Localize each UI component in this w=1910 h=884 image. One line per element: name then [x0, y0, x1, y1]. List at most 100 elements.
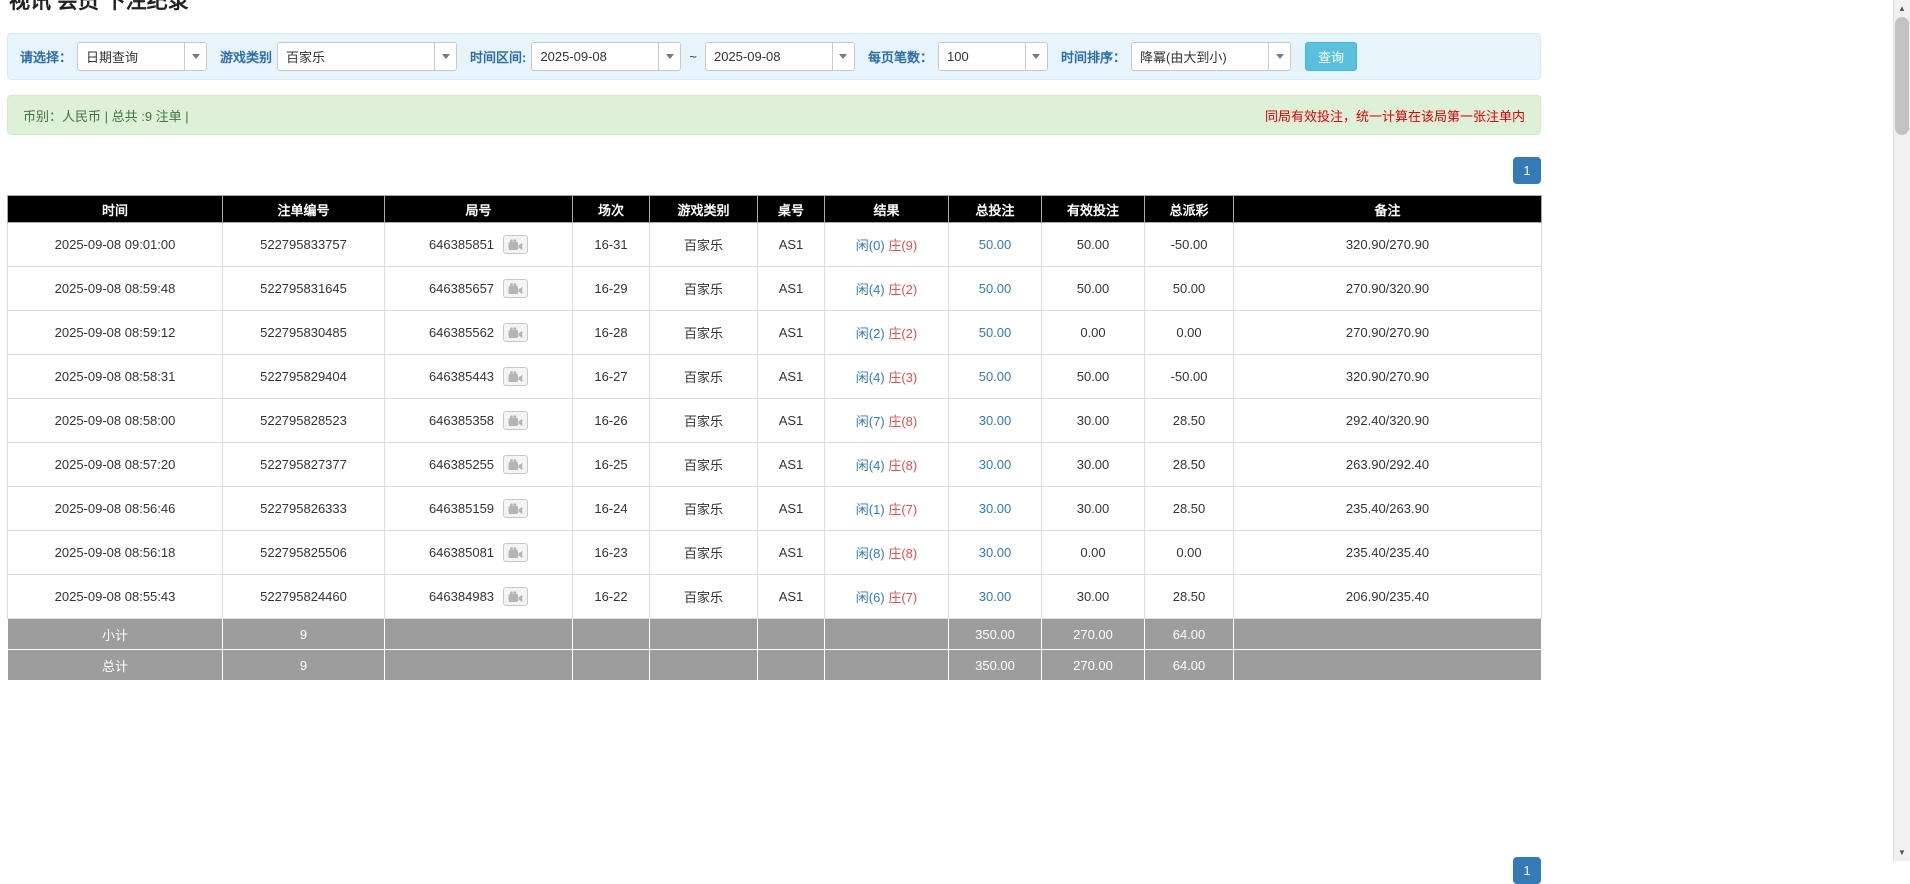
payout-cell: 0.00: [1145, 531, 1234, 575]
footer-empty-remark: [1234, 619, 1542, 650]
result-cell: 闲(1) 庄(7): [825, 487, 949, 531]
time-sort-dropdown[interactable]: 降冪(由大到小): [1131, 42, 1291, 71]
time-cell: 2025-09-08 08:57:20: [8, 443, 223, 487]
video-replay-icon[interactable]: [503, 279, 528, 298]
table-row: 2025-09-08 08:56:18522795825506646385081…: [8, 531, 1542, 575]
valid-bet-cell: 50.00: [1042, 355, 1145, 399]
banker-result: 庄(3): [888, 370, 917, 385]
result-cell: 闲(4) 庄(8): [825, 443, 949, 487]
remark-cell: 292.40/320.90: [1234, 399, 1542, 443]
round-cell: 646385851: [385, 223, 573, 267]
total-row: 总计9350.00270.0064.00: [8, 650, 1542, 681]
valid-bet-cell: 0.00: [1042, 311, 1145, 355]
total-bet-link[interactable]: 30.00: [979, 545, 1012, 560]
total-bet-link[interactable]: 30.00: [979, 589, 1012, 604]
round-cell: 646385081: [385, 531, 573, 575]
game-category-cell: 百家乐: [650, 223, 758, 267]
date-range-separator: ~: [689, 49, 697, 64]
bet-id-cell: 522795824460: [223, 575, 385, 619]
game-category-cell: 百家乐: [650, 575, 758, 619]
total-bet-link[interactable]: 50.00: [979, 369, 1012, 384]
scroll-down-arrow-icon[interactable]: ▼: [1894, 844, 1910, 861]
player-result: 闲(2): [856, 326, 885, 341]
session-cell: 16-23: [573, 531, 650, 575]
chevron-down-icon[interactable]: [658, 43, 680, 70]
bet-id-cell: 522795828523: [223, 399, 385, 443]
table-row: 2025-09-08 08:58:31522795829404646385443…: [8, 355, 1542, 399]
total-bet-cell: 50.00: [949, 311, 1042, 355]
table-number-cell: AS1: [758, 575, 825, 619]
footer-label-cell: 小计: [8, 619, 223, 650]
round-cell: 646385159: [385, 487, 573, 531]
table-row: 2025-09-08 08:59:12522795830485646385562…: [8, 311, 1542, 355]
footer-count-cell: 9: [223, 619, 385, 650]
remark-cell: 270.90/270.90: [1234, 311, 1542, 355]
session-cell: 16-24: [573, 487, 650, 531]
game-category-label: 游戏类别: [220, 47, 272, 66]
column-header: 游戏类别: [650, 196, 758, 223]
player-result: 闲(8): [856, 546, 885, 561]
pagination-page-button[interactable]: 1: [1513, 857, 1541, 884]
chevron-down-icon[interactable]: [1025, 43, 1047, 70]
remark-cell: 320.90/270.90: [1234, 355, 1542, 399]
scrollbar-thumb[interactable]: [1895, 17, 1909, 135]
game-category-cell: 百家乐: [650, 311, 758, 355]
time-cell: 2025-09-08 09:01:00: [8, 223, 223, 267]
banker-result: 庄(8): [888, 414, 917, 429]
video-replay-icon[interactable]: [503, 455, 528, 474]
round-number: 646385851: [429, 237, 494, 252]
time-cell: 2025-09-08 08:59:12: [8, 311, 223, 355]
per-page-dropdown[interactable]: 100: [938, 42, 1048, 71]
date-to-dropdown[interactable]: 2025-09-08: [705, 42, 855, 71]
page-title: 视讯 会员 下注纪录: [9, 0, 1548, 14]
select-type-dropdown[interactable]: 日期查询: [77, 42, 207, 71]
vertical-scrollbar[interactable]: ▲ ▼: [1893, 0, 1910, 861]
video-replay-icon[interactable]: [503, 411, 528, 430]
footer-empty-round: [385, 619, 573, 650]
video-replay-icon[interactable]: [503, 587, 528, 606]
scroll-up-arrow-icon[interactable]: ▲: [1894, 0, 1910, 17]
total-bet-link[interactable]: 30.00: [979, 501, 1012, 516]
valid-bet-cell: 0.00: [1042, 531, 1145, 575]
total-bet-link[interactable]: 30.00: [979, 413, 1012, 428]
footer-empty-round: [385, 650, 573, 681]
valid-bet-cell: 30.00: [1042, 399, 1145, 443]
chevron-down-icon[interactable]: [184, 43, 206, 70]
total-bet-link[interactable]: 50.00: [979, 237, 1012, 252]
video-replay-icon[interactable]: [503, 323, 528, 342]
video-replay-icon[interactable]: [503, 543, 528, 562]
total-bet-link[interactable]: 30.00: [979, 457, 1012, 472]
table-row: 2025-09-08 08:55:43522795824460646384983…: [8, 575, 1542, 619]
round-cell: 646385255: [385, 443, 573, 487]
chevron-down-icon[interactable]: [832, 43, 854, 70]
bet-id-cell: 522795825506: [223, 531, 385, 575]
video-replay-icon[interactable]: [503, 235, 528, 254]
table-row: 2025-09-08 08:57:20522795827377646385255…: [8, 443, 1542, 487]
round-number: 646385358: [429, 413, 494, 428]
banker-result: 庄(2): [888, 326, 917, 341]
column-header: 时间: [8, 196, 223, 223]
date-to-value: 2025-09-08: [706, 43, 832, 70]
footer-payout-cell: 64.00: [1145, 619, 1234, 650]
round-number: 646385562: [429, 325, 494, 340]
total-bet-link[interactable]: 50.00: [979, 325, 1012, 340]
total-bet-cell: 30.00: [949, 443, 1042, 487]
video-replay-icon[interactable]: [503, 367, 528, 386]
game-category-dropdown[interactable]: 百家乐: [277, 42, 457, 71]
select-type-label: 请选择：: [20, 47, 72, 66]
column-header: 场次: [573, 196, 650, 223]
video-replay-icon[interactable]: [503, 499, 528, 518]
chevron-down-icon[interactable]: [1268, 43, 1290, 70]
date-from-dropdown[interactable]: 2025-09-08: [531, 42, 681, 71]
round-number: 646385657: [429, 281, 494, 296]
table-header-row: 时间注单编号局号场次游戏类别桌号结果总投注有效投注总派彩备注: [8, 196, 1542, 223]
table-number-cell: AS1: [758, 267, 825, 311]
payout-cell: 50.00: [1145, 267, 1234, 311]
remark-cell: 206.90/235.40: [1234, 575, 1542, 619]
chevron-down-icon[interactable]: [434, 43, 456, 70]
total-bet-link[interactable]: 50.00: [979, 281, 1012, 296]
pagination-page-button[interactable]: 1: [1513, 157, 1541, 184]
query-button[interactable]: 查询: [1305, 42, 1357, 71]
banker-result: 庄(7): [888, 590, 917, 605]
banker-result: 庄(7): [888, 502, 917, 517]
